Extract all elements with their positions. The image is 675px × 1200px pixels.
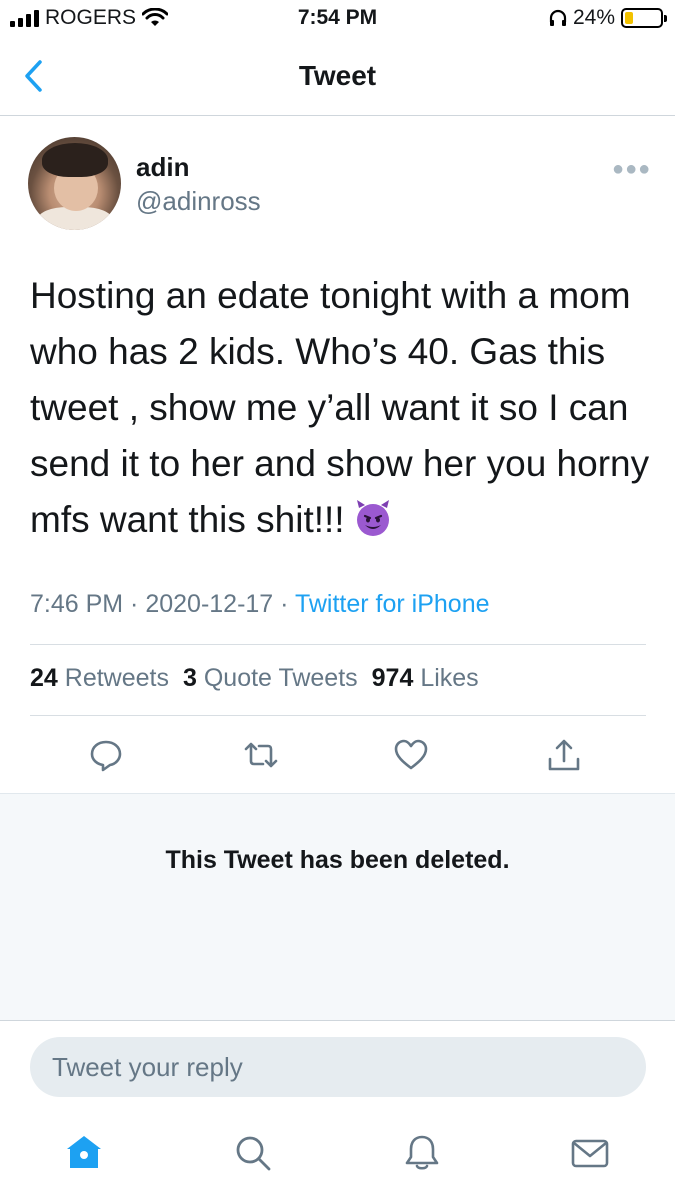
page-title: Tweet: [298, 60, 377, 91]
retweets-stat[interactable]: 24 Retweets: [30, 664, 169, 692]
headphones-icon: [549, 9, 567, 26]
reply-icon[interactable]: [88, 737, 124, 773]
battery-fill: [625, 12, 634, 24]
battery-icon: [621, 8, 667, 28]
quotes-stat[interactable]: 3 Quote Tweets: [183, 664, 358, 692]
tweet-stats: 24 Retweets 3 Quote Tweets 974 Likes: [30, 664, 479, 693]
home-icon[interactable]: [64, 1133, 104, 1173]
search-icon[interactable]: [233, 1133, 273, 1173]
nav-bar: Tweet: [0, 38, 675, 116]
tweet-body: Hosting an edate tonight with a mom who …: [30, 275, 650, 540]
tweet-text: Hosting an edate tonight with a mom who …: [30, 268, 655, 548]
likes-stat[interactable]: 974 Likes: [372, 664, 479, 692]
deleted-tweet-panel: This Tweet has been deleted.: [0, 793, 675, 1021]
tweet-meta: 7:46 PM · 2020-12-17 · Twitter for iPhon…: [30, 590, 490, 618]
tweet-source-link[interactable]: Twitter for iPhone: [295, 590, 490, 618]
deleted-notice: This Tweet has been deleted.: [165, 846, 510, 874]
share-icon[interactable]: [546, 737, 582, 773]
reply-box[interactable]: [30, 1037, 646, 1097]
like-icon[interactable]: [393, 737, 429, 773]
status-bar: ROGERS 7:54 PM 24%: [0, 0, 675, 38]
author-name[interactable]: adin: [136, 152, 189, 183]
divider: [30, 715, 646, 716]
retweet-icon[interactable]: [243, 737, 279, 773]
tweet-date: 2020-12-17: [145, 590, 274, 618]
smiling-devil-emoji: [356, 500, 389, 536]
notifications-icon[interactable]: [402, 1133, 442, 1173]
author-handle[interactable]: @adinross: [136, 186, 261, 217]
reply-input[interactable]: [30, 1037, 646, 1097]
tab-bar: [0, 1118, 675, 1200]
divider: [30, 644, 646, 645]
battery-percent: 24%: [572, 6, 615, 29]
avatar[interactable]: [28, 137, 121, 230]
tweet-time: 7:46 PM: [30, 590, 124, 618]
messages-icon[interactable]: [570, 1133, 610, 1173]
status-right: 24%: [549, 6, 667, 30]
tweet-actions: [0, 737, 675, 777]
more-options-icon[interactable]: ●●●: [612, 158, 651, 181]
